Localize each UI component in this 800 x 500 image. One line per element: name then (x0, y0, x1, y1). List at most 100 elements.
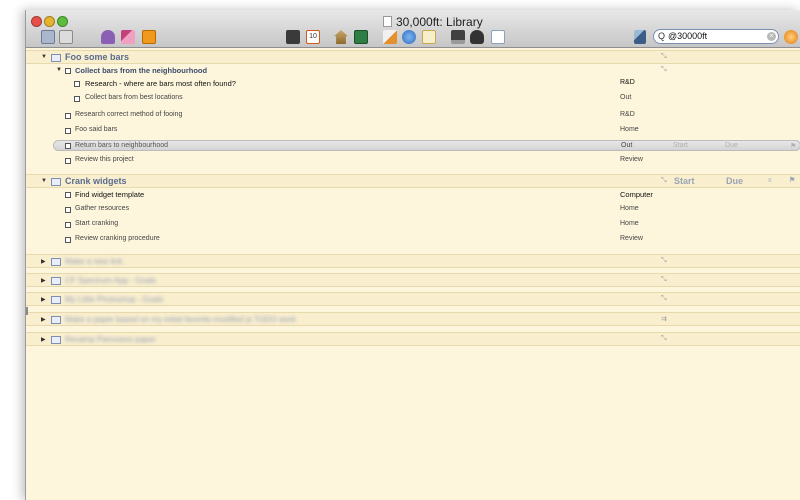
search-field[interactable]: Q × (653, 29, 779, 44)
zoom-window-button[interactable] (57, 16, 68, 27)
brush-icon[interactable] (121, 30, 135, 44)
task-checkbox[interactable] (65, 222, 71, 228)
globe-icon[interactable] (402, 30, 416, 44)
project-title[interactable]: CF Spectrum App - Goals (65, 276, 156, 285)
close-window-button[interactable] (31, 16, 42, 27)
expand-arrows-icon[interactable]: ⤡ (661, 66, 667, 74)
task-context[interactable]: Review (620, 156, 643, 163)
project-title[interactable]: My Little Photoshop - Goals (65, 295, 163, 304)
flag-icon[interactable]: ⚑ (789, 176, 795, 184)
search-input[interactable] (668, 31, 764, 41)
task-context[interactable]: Review (620, 235, 643, 242)
minimize-window-button[interactable] (44, 16, 55, 27)
task-context[interactable]: Out (621, 142, 632, 149)
project-row[interactable]: ▶ CF Spectrum App - Goals ⤡ (26, 273, 800, 287)
project-row[interactable]: ▶ Revamp Pannoons paper ⤡ (26, 332, 800, 346)
sequential-arrows-icon[interactable]: ⇉ (661, 315, 667, 323)
project-row[interactable]: ▶ Make a paper based on my initial favor… (26, 312, 800, 326)
home-icon[interactable] (334, 30, 348, 44)
task-context[interactable]: Computer (620, 190, 653, 199)
due-column-header[interactable]: Due (726, 176, 743, 186)
checkmark-icon[interactable] (383, 30, 397, 44)
task-row[interactable]: Gather resources Home (26, 205, 800, 216)
selected-task-row[interactable]: Return bars to neighbourhood Out Start D… (53, 140, 800, 151)
expand-arrows-icon[interactable]: ⤡ (661, 295, 667, 303)
task-group-row[interactable]: ▼ Collect bars from the neighbourhood ⤡ (26, 66, 800, 77)
task-context[interactable]: Out (620, 94, 631, 101)
task-checkbox[interactable] (74, 81, 80, 87)
disclosure-triangle-icon[interactable]: ▼ (41, 54, 47, 60)
task-checkbox[interactable] (65, 113, 71, 119)
task-checkbox[interactable] (65, 207, 71, 213)
project-title[interactable]: Make a paper based on my initial favorit… (65, 315, 296, 324)
project-title[interactable]: Revamp Pannoons paper (65, 335, 156, 344)
task-title[interactable]: Foo said bars (75, 126, 117, 133)
resize-handle[interactable] (26, 307, 28, 315)
disclosure-triangle-icon[interactable]: ▶ (41, 316, 46, 323)
task-checkbox[interactable] (65, 192, 71, 198)
project-title[interactable]: Make a new link (65, 257, 122, 266)
note-icon[interactable] (142, 30, 156, 44)
task-title[interactable]: Return bars to neighbourhood (75, 142, 168, 149)
calendar-icon[interactable]: 10 (306, 30, 320, 44)
project-row[interactable]: ▶ My Little Photoshop - Goals ⤡ (26, 292, 800, 306)
sort-icon[interactable]: ≡ (768, 178, 772, 184)
task-group-title[interactable]: Collect bars from the neighbourhood (75, 66, 207, 75)
inbox-icon[interactable] (286, 30, 300, 44)
expand-arrows-icon[interactable]: ⤡ (661, 177, 667, 185)
people-icon[interactable] (470, 30, 484, 44)
task-checkbox[interactable] (74, 96, 80, 102)
disclosure-triangle-icon[interactable]: ▶ (41, 336, 46, 343)
task-row[interactable]: Start cranking Home (26, 220, 800, 231)
due-date-field[interactable]: Due (725, 142, 738, 149)
disclosure-triangle-icon[interactable]: ▶ (41, 258, 46, 265)
clear-search-icon[interactable]: × (767, 32, 776, 41)
task-context[interactable]: R&D (620, 79, 635, 86)
task-title[interactable]: Review cranking procedure (75, 235, 160, 242)
screen-icon[interactable] (354, 30, 368, 44)
project-row[interactable]: ▶ Make a new link ⤡ (26, 254, 800, 268)
task-row[interactable]: Research - where are bars most often fou… (26, 79, 800, 90)
task-row[interactable]: Review cranking procedure Review (26, 235, 800, 246)
task-checkbox[interactable] (65, 143, 71, 149)
task-row[interactable]: Find widget template Computer (26, 190, 800, 201)
start-column-header[interactable]: Start (674, 176, 695, 186)
task-context[interactable]: R&D (620, 111, 635, 118)
computer-icon[interactable] (451, 30, 465, 44)
envelope-icon[interactable] (422, 30, 436, 44)
expand-arrows-icon[interactable]: ⤡ (661, 335, 667, 343)
document-icon[interactable] (491, 30, 505, 44)
task-context[interactable]: Home (620, 205, 639, 212)
start-date-field[interactable]: Start (673, 142, 688, 149)
task-context[interactable]: Home (620, 220, 639, 227)
project-row[interactable]: ▼ Foo some bars ⤡ (26, 50, 800, 64)
stamp-icon[interactable] (101, 30, 115, 44)
disclosure-triangle-icon[interactable]: ▼ (41, 178, 47, 184)
expand-arrows-icon[interactable]: ⤡ (661, 276, 667, 284)
task-title[interactable]: Start cranking (75, 220, 118, 227)
task-title[interactable]: Review this project (75, 156, 134, 163)
flag-icon[interactable]: ⚑ (790, 142, 796, 150)
task-title[interactable]: Gather resources (75, 205, 129, 212)
disclosure-triangle-icon[interactable]: ▶ (41, 296, 46, 303)
view-mode-icon[interactable] (41, 30, 55, 44)
task-checkbox[interactable] (65, 237, 71, 243)
print-icon[interactable] (59, 30, 73, 44)
task-title[interactable]: Research correct method of fooing (75, 111, 182, 118)
refresh-icon[interactable] (784, 30, 798, 44)
task-title[interactable]: Find widget template (75, 190, 144, 199)
task-checkbox[interactable] (65, 68, 71, 74)
project-row[interactable]: ▼ Crank widgets ⤡ Start Due ≡ ⚑ (26, 174, 800, 188)
task-row[interactable]: Collect bars from best locations Out (26, 94, 800, 105)
disclosure-triangle-icon[interactable]: ▼ (56, 67, 62, 73)
task-row[interactable]: Research correct method of fooing R&D (26, 111, 800, 122)
project-title[interactable]: Foo some bars (65, 52, 129, 62)
disclosure-triangle-icon[interactable]: ▶ (41, 277, 46, 284)
task-checkbox[interactable] (65, 158, 71, 164)
task-title[interactable]: Research - where are bars most often fou… (85, 79, 236, 88)
task-title[interactable]: Collect bars from best locations (85, 94, 183, 101)
task-checkbox[interactable] (65, 128, 71, 134)
expand-arrows-icon[interactable]: ⤡ (661, 53, 667, 61)
expand-arrows-icon[interactable]: ⤡ (661, 257, 667, 265)
wand-icon[interactable] (634, 30, 646, 44)
